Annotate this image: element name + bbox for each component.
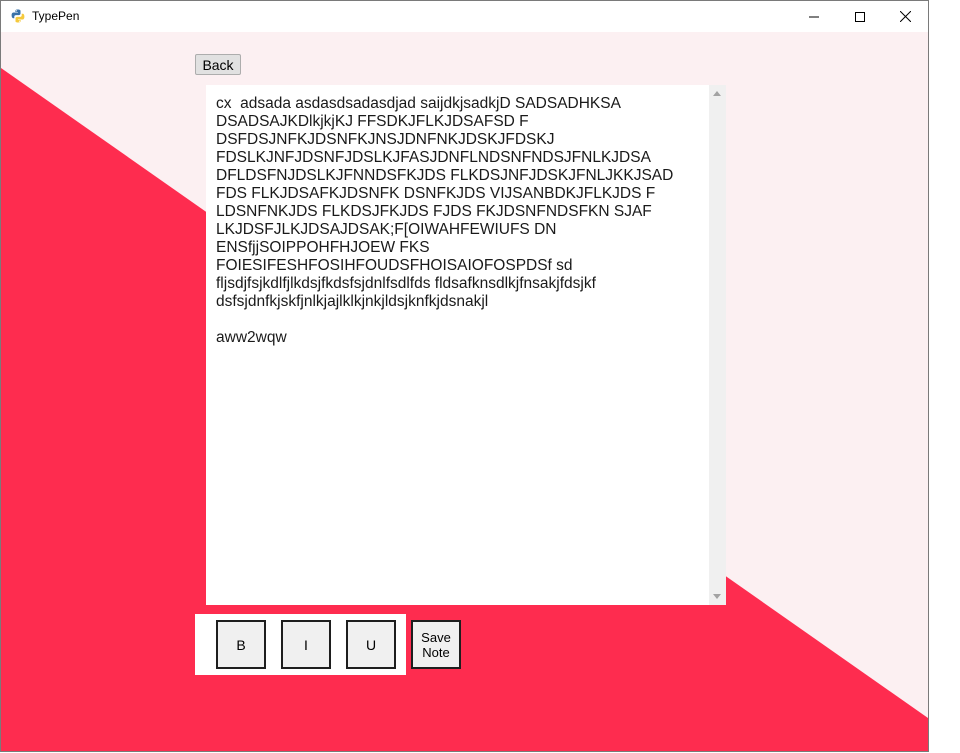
note-editor[interactable]: cx adsada asdasdsadasdjad saijdkjsadkjD … <box>206 85 726 605</box>
bold-button[interactable]: B <box>216 620 266 669</box>
close-button[interactable] <box>882 1 928 32</box>
note-text[interactable]: cx adsada asdasdsadasdjad saijdkjsadkjD … <box>216 95 706 595</box>
window-title: TypePen <box>32 9 80 23</box>
underline-button[interactable]: U <box>346 620 396 669</box>
back-button[interactable]: Back <box>195 54 241 75</box>
format-toolbar: B I U <box>195 614 406 675</box>
minimize-icon <box>809 16 819 17</box>
title-bar[interactable]: TypePen <box>1 1 928 32</box>
python-icon <box>11 9 25 23</box>
minimize-button[interactable] <box>791 1 837 32</box>
scroll-down-icon[interactable] <box>713 594 721 599</box>
italic-button[interactable]: I <box>281 620 331 669</box>
close-icon <box>899 11 911 22</box>
main-content: Back cx adsada asdasdsadasdjad saijdkjsa… <box>1 32 928 751</box>
maximize-button[interactable] <box>837 1 883 32</box>
app-window: TypePen Back cx adsada asdasdsadasdjad s… <box>0 0 929 752</box>
save-note-button[interactable]: Save Note <box>411 620 461 669</box>
editor-scrollbar[interactable] <box>709 85 726 605</box>
scroll-up-icon[interactable] <box>713 91 721 96</box>
maximize-icon <box>855 11 865 22</box>
